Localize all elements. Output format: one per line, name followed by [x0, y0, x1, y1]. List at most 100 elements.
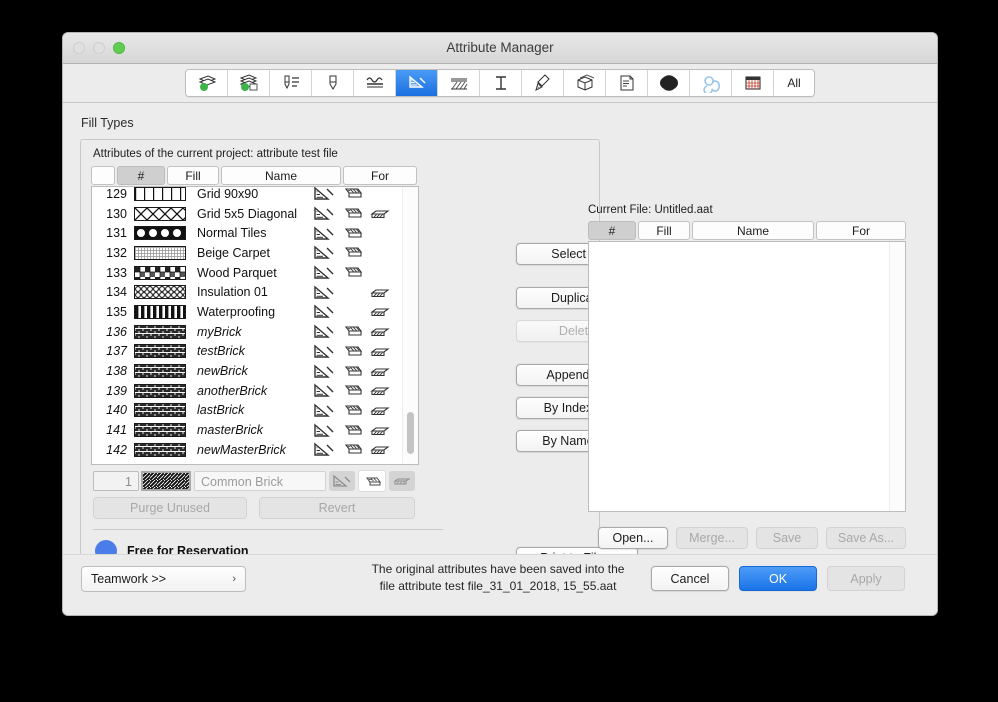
- row-index: 139: [106, 383, 127, 398]
- row-fill-swatch[interactable]: [134, 245, 190, 260]
- edit-for-draftingfill-icon[interactable]: [389, 471, 415, 491]
- row-fill-swatch[interactable]: [134, 226, 190, 241]
- toolbar-item-fill-types[interactable]: [396, 70, 438, 96]
- row-for-icons: [311, 226, 403, 241]
- right-col-header-index[interactable]: #: [588, 221, 636, 240]
- table-row[interactable]: 134 Insulation 01: [92, 282, 403, 302]
- row-fill-swatch[interactable]: [134, 265, 190, 280]
- col-header-index[interactable]: #: [117, 166, 165, 185]
- row-name: Grid 90x90: [197, 186, 259, 201]
- table-row[interactable]: 141 masterBrick: [92, 420, 403, 440]
- minimize-button[interactable]: [93, 42, 105, 54]
- for-cutfill-icon: [314, 344, 334, 358]
- for-coverfill-icon: [344, 444, 363, 454]
- toolbar-item-building-materials[interactable]: [186, 70, 228, 96]
- col-header-blank[interactable]: [91, 166, 115, 185]
- table-row[interactable]: 132 Beige Carpet: [92, 243, 403, 263]
- edit-index-field[interactable]: 1: [93, 471, 139, 491]
- for-cutfill-icon: [314, 187, 334, 201]
- col-header-for[interactable]: For: [343, 166, 417, 185]
- row-index: 137: [106, 344, 127, 359]
- table-row[interactable]: 138 newBrick: [92, 361, 403, 381]
- for-cutfill-icon: [314, 206, 334, 220]
- table-row[interactable]: 142 newMasterBrick: [92, 440, 403, 460]
- edit-name-field[interactable]: Common Brick: [194, 471, 326, 491]
- table-row[interactable]: 131 Normal Tiles: [92, 223, 403, 243]
- table-row[interactable]: 136 myBrick: [92, 322, 403, 342]
- table-row[interactable]: 140 lastBrick: [92, 401, 403, 421]
- edit-for-coverfill-icon[interactable]: [358, 470, 386, 492]
- row-index: 129: [106, 186, 127, 201]
- window-titlebar[interactable]: Attribute Manager: [63, 33, 937, 64]
- close-button[interactable]: [73, 42, 85, 54]
- for-coverfill-icon: [344, 425, 363, 435]
- table-row[interactable]: 135 Waterproofing: [92, 302, 403, 322]
- for-cutfill-icon: [314, 403, 334, 417]
- apply-button[interactable]: Apply: [827, 566, 905, 591]
- purge-unused-button[interactable]: Purge Unused: [93, 497, 247, 519]
- project-attributes-list[interactable]: 129 Grid 90x90 130 Grid 5x5 Diagonal 131 Norm…: [91, 186, 419, 465]
- for-cutfill-icon: [314, 423, 334, 437]
- right-col-header-for[interactable]: For: [816, 221, 906, 240]
- table-row[interactable]: 129 Grid 90x90: [92, 186, 403, 204]
- save-as-button[interactable]: Save As...: [826, 527, 906, 549]
- right-list-scrollbar-track[interactable]: [889, 242, 905, 511]
- col-header-fill[interactable]: Fill: [167, 166, 219, 185]
- row-fill-swatch[interactable]: [134, 403, 190, 418]
- row-fill-swatch[interactable]: [134, 304, 190, 319]
- window-title: Attribute Manager: [446, 40, 554, 55]
- table-row[interactable]: 139 anotherBrick: [92, 381, 403, 401]
- table-row[interactable]: 133 Wood Parquet: [92, 263, 403, 283]
- merge-button[interactable]: Merge...: [676, 527, 748, 549]
- row-fill-swatch[interactable]: [134, 383, 190, 398]
- list-scrollbar-track[interactable]: [402, 187, 418, 464]
- row-fill-swatch[interactable]: [134, 206, 190, 221]
- edit-fill-swatch[interactable]: [141, 471, 191, 491]
- toolbar-item-composites[interactable]: [228, 70, 270, 96]
- ok-button[interactable]: OK: [739, 566, 817, 591]
- for-coverfill-icon: [344, 405, 363, 415]
- toolbar-item-mep-systems[interactable]: [648, 70, 690, 96]
- toolbar-item-line-types[interactable]: [354, 70, 396, 96]
- open-button[interactable]: Open...: [598, 527, 668, 549]
- for-cutfill-icon: [314, 442, 334, 456]
- table-row[interactable]: 137 testBrick: [92, 342, 403, 362]
- zoom-button[interactable]: [113, 42, 125, 54]
- attribute-type-toolbar: All: [63, 64, 937, 103]
- edit-for-cutfill-icon[interactable]: [329, 471, 355, 491]
- toolbar-item-profiles[interactable]: [480, 70, 522, 96]
- list-scrollbar-thumb[interactable]: [407, 412, 414, 454]
- cancel-button[interactable]: Cancel: [651, 566, 729, 591]
- col-header-name[interactable]: Name: [221, 166, 341, 185]
- row-fill-swatch[interactable]: [134, 364, 190, 379]
- row-name: Beige Carpet: [197, 245, 270, 260]
- row-index: 130: [106, 206, 127, 221]
- save-button[interactable]: Save: [756, 527, 818, 549]
- panel-divider: [93, 529, 443, 530]
- row-fill-swatch[interactable]: [134, 344, 190, 359]
- for-cutfill-icon: [314, 226, 334, 240]
- toolbar-item-pen-sets[interactable]: [270, 70, 312, 96]
- row-fill-swatch[interactable]: [134, 285, 190, 300]
- current-file-list[interactable]: [588, 241, 906, 512]
- for-cutfill-icon: [314, 304, 334, 319]
- right-col-header-name[interactable]: Name: [692, 221, 814, 240]
- toolbar-item-all[interactable]: All: [774, 70, 814, 96]
- revert-button[interactable]: Revert: [259, 497, 415, 519]
- table-row[interactable]: 130 Grid 5x5 Diagonal: [92, 204, 403, 224]
- toolbar-item-operation-profiles[interactable]: [690, 70, 732, 96]
- row-fill-swatch[interactable]: [134, 324, 190, 339]
- toolbar-item-zones[interactable]: [564, 70, 606, 96]
- teamwork-button[interactable]: Teamwork >> ›: [81, 566, 246, 592]
- right-col-header-fill[interactable]: Fill: [638, 221, 690, 240]
- for-coverfill-icon: [344, 247, 363, 257]
- toolbar-item-layers[interactable]: [606, 70, 648, 96]
- toolbar-item-pens[interactable]: [312, 70, 354, 96]
- toolbar-item-surfaces[interactable]: [438, 70, 480, 96]
- toolbar-item-schedules[interactable]: [732, 70, 774, 96]
- row-fill-swatch[interactable]: [134, 442, 190, 457]
- toolbar-item-markup-styles[interactable]: [522, 70, 564, 96]
- row-for-icons: [311, 324, 403, 339]
- row-fill-swatch[interactable]: [134, 187, 190, 201]
- row-fill-swatch[interactable]: [134, 423, 190, 438]
